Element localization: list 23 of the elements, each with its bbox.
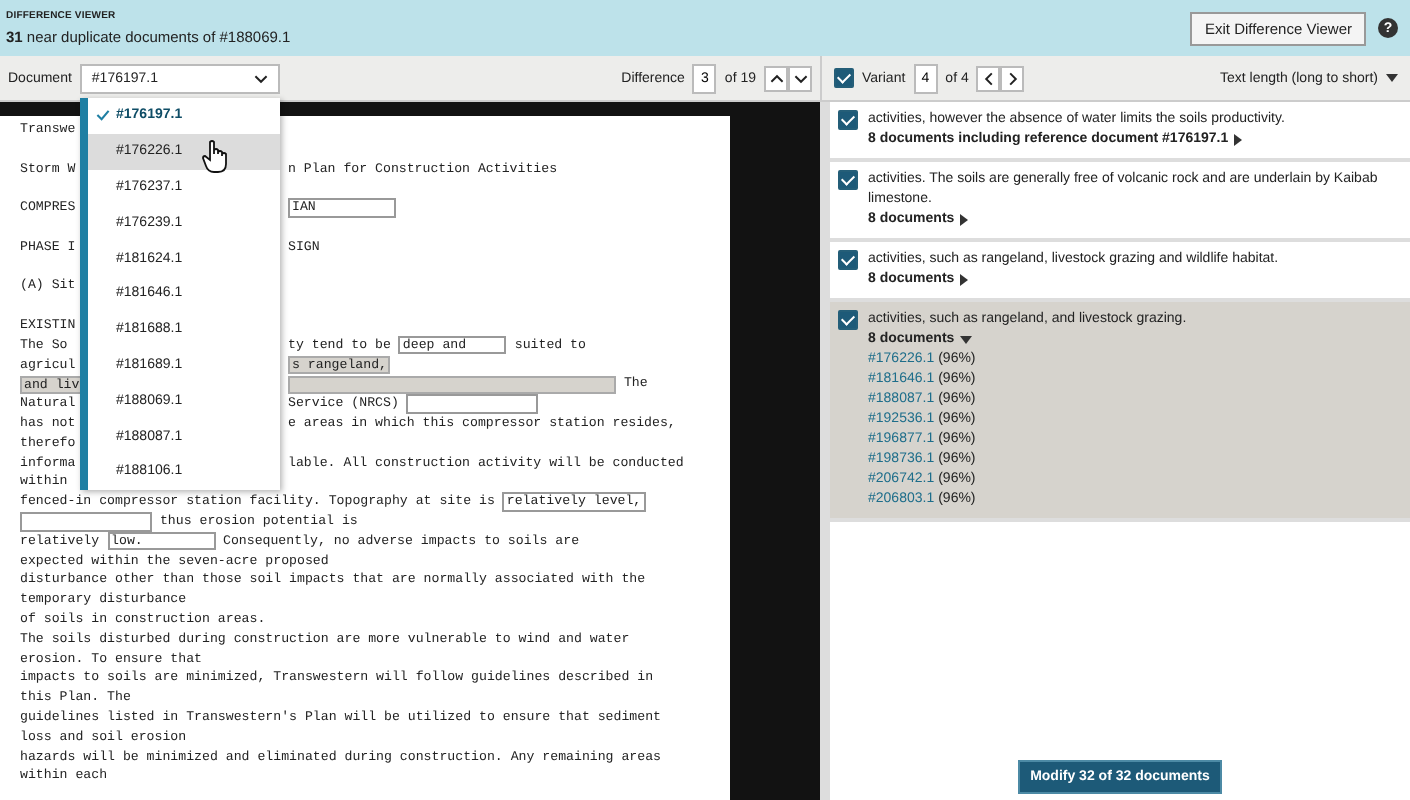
caret-right-icon [960, 274, 969, 286]
checkbox[interactable] [838, 250, 858, 270]
empty-difference-box [20, 512, 152, 532]
previous-variant-button[interactable] [976, 65, 1001, 91]
checkbox[interactable] [834, 68, 854, 88]
next-difference-button[interactable] [788, 65, 812, 91]
checkbox[interactable] [838, 110, 858, 130]
chevron-down-icon [793, 71, 807, 85]
hand-cursor-icon [202, 140, 230, 174]
next-variant-button[interactable] [1000, 65, 1025, 91]
empty-difference-box [406, 394, 539, 414]
chevron-down-icon [253, 71, 268, 85]
caret-down-icon [1386, 73, 1398, 83]
chevron-left-icon [981, 71, 996, 85]
chevron-up-icon [769, 71, 783, 85]
caret-right-icon [960, 214, 969, 226]
checkbox[interactable] [838, 310, 858, 330]
check-icon [96, 108, 110, 122]
caret-down-icon [960, 335, 973, 345]
previous-difference-button[interactable] [764, 65, 788, 91]
checkbox[interactable] [838, 170, 858, 190]
chevron-right-icon [1005, 71, 1020, 85]
caret-right-icon [1234, 134, 1243, 146]
